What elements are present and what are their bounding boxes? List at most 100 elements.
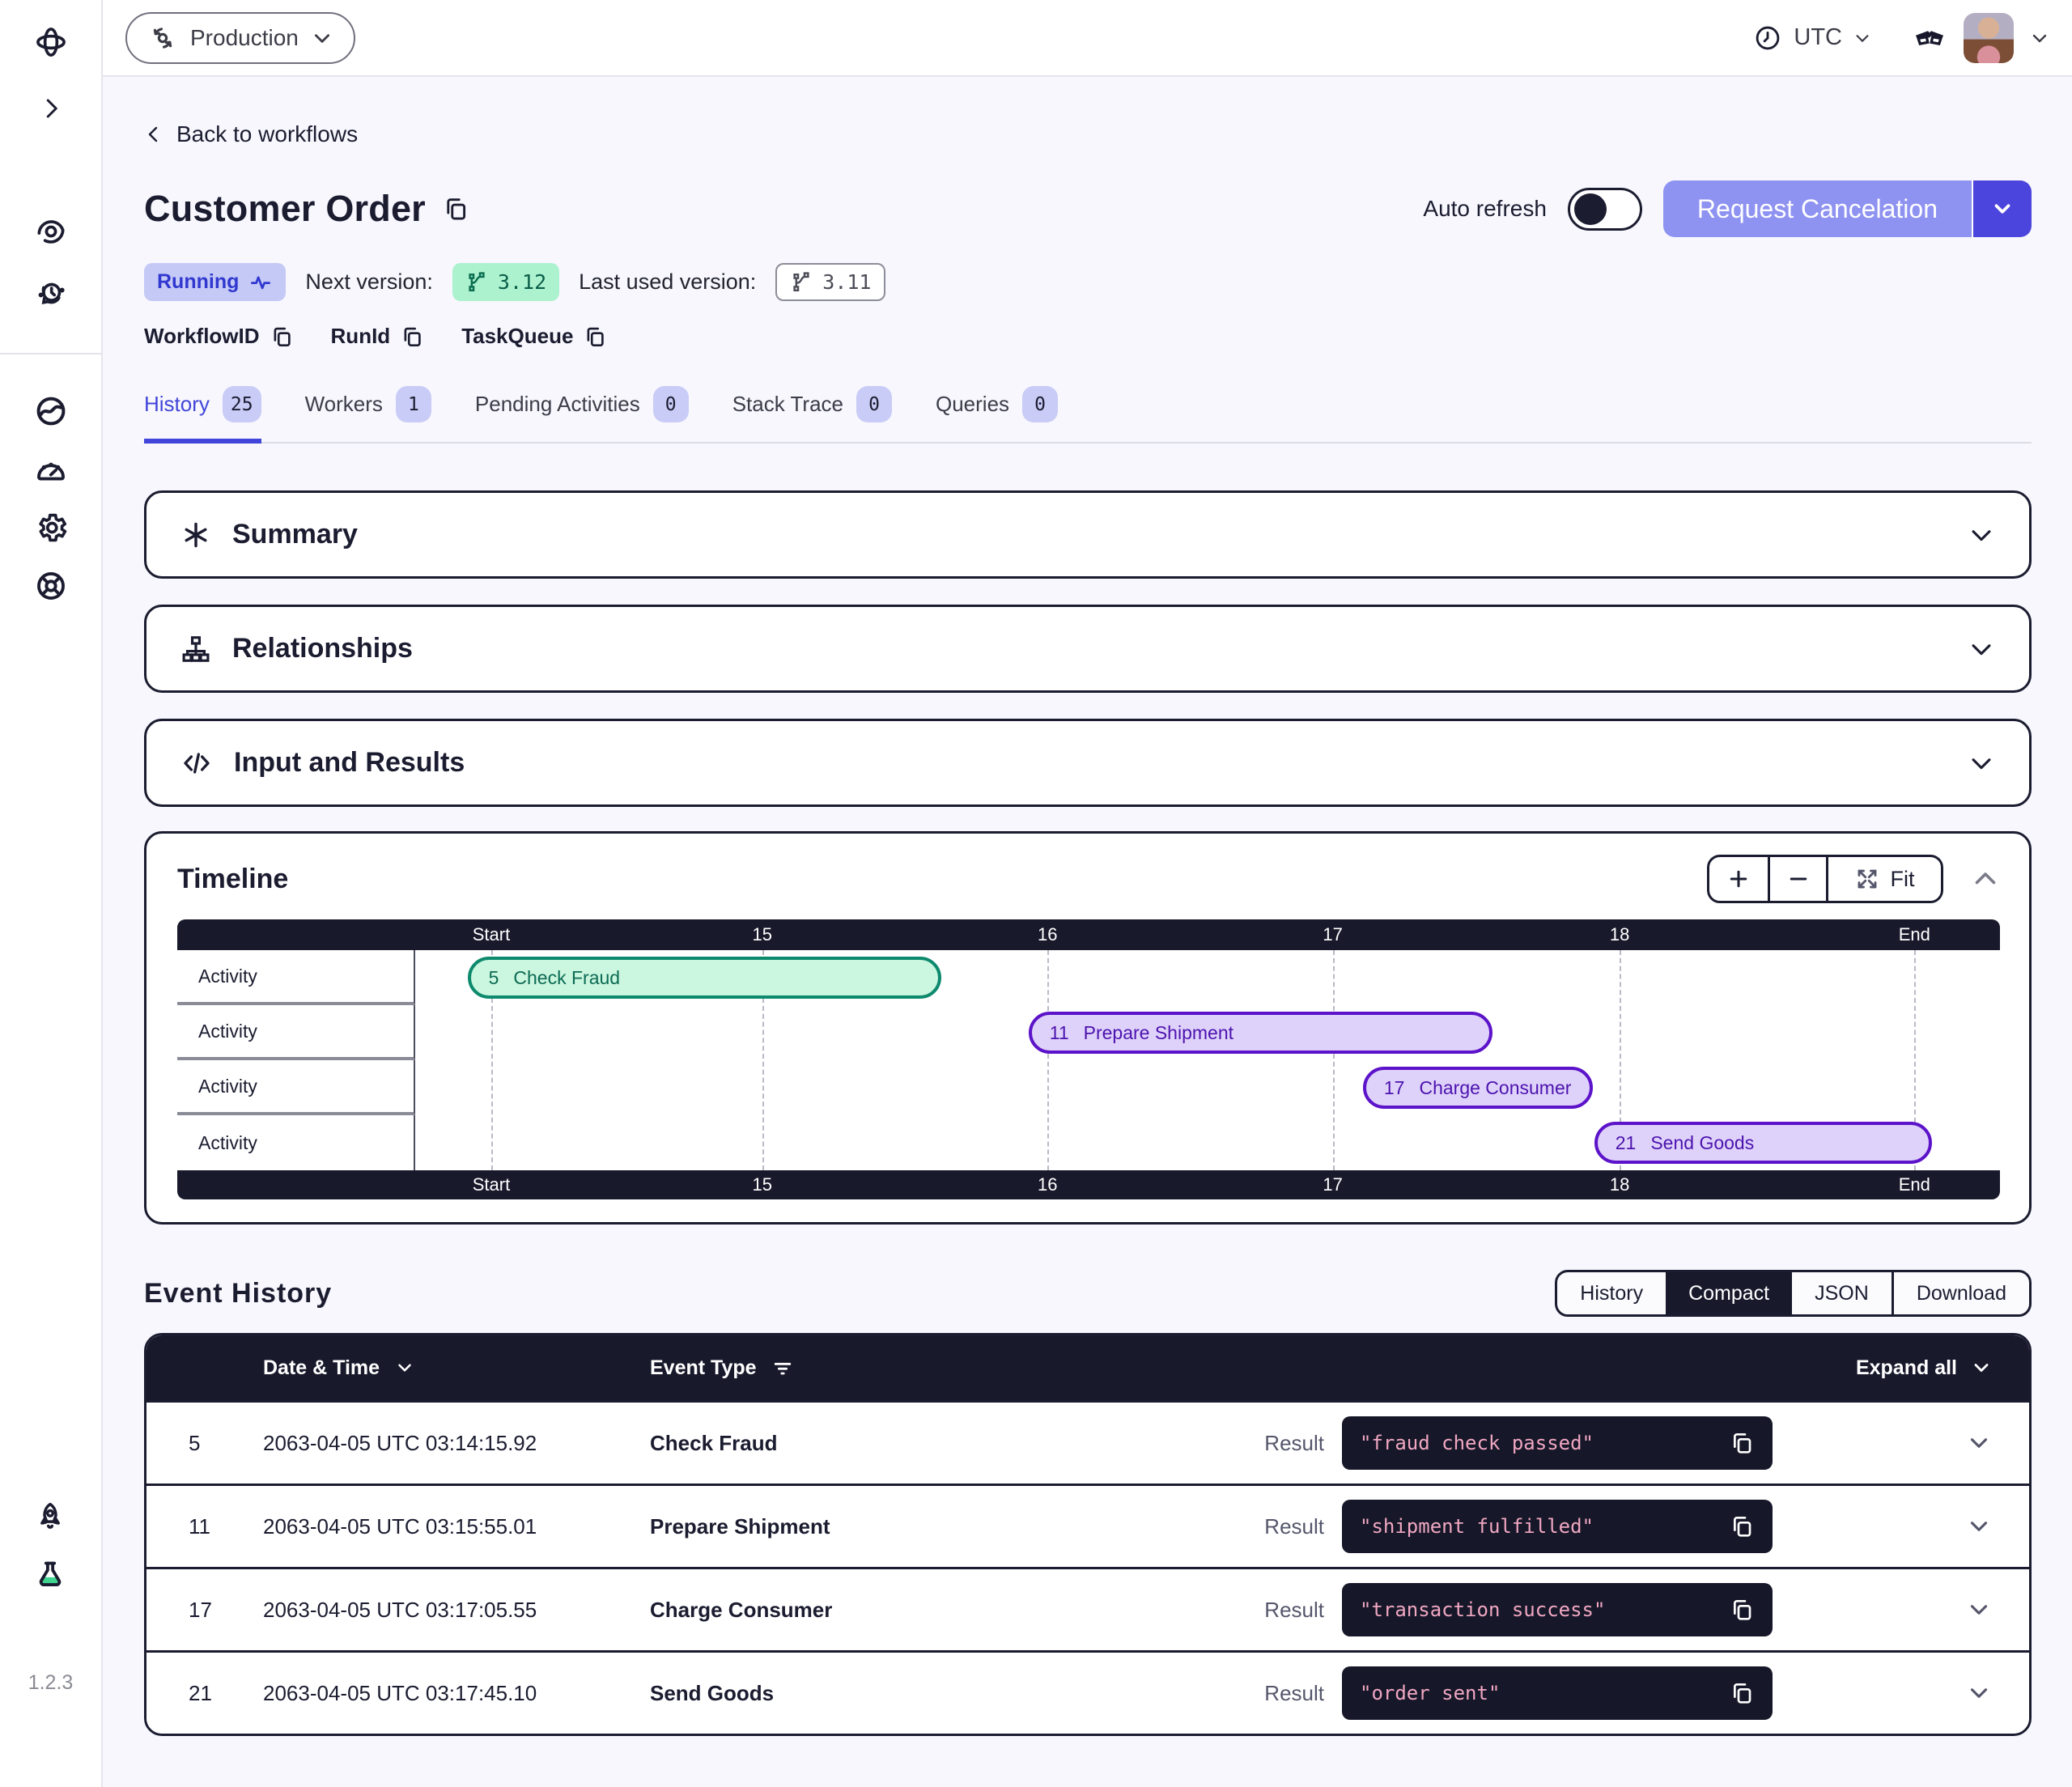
avatar[interactable] xyxy=(1964,13,2014,63)
tab-workers[interactable]: Workers 1 xyxy=(305,386,431,444)
row-label-activity: Activity xyxy=(177,1115,415,1170)
expand-all-button[interactable]: Expand all xyxy=(1856,1356,1993,1380)
timezone-label: UTC xyxy=(1794,24,1842,51)
tab-label: Pending Activities xyxy=(475,392,640,417)
download-button[interactable]: Download xyxy=(1892,1272,2029,1314)
axis-tick: 16 xyxy=(1038,1174,1057,1195)
timeline-bar-check-fraud[interactable]: 5 Check Fraud xyxy=(468,957,941,999)
sort-date-button[interactable] xyxy=(394,1357,415,1378)
event-table-header: Date & Time Event Type Expand all xyxy=(146,1335,2029,1400)
workflow-id-copy[interactable]: WorkflowID xyxy=(144,324,294,349)
axis-tick: 17 xyxy=(1323,924,1342,945)
namespace-sync-icon xyxy=(148,23,177,53)
axis-tick: Start xyxy=(473,924,510,945)
fit-expand-icon xyxy=(1855,867,1879,891)
namespace-label: Production xyxy=(190,25,299,51)
status-row: Running Next version: 3.12 Last used ver… xyxy=(144,263,2032,301)
bar-event-id: 21 xyxy=(1616,1132,1637,1154)
bar-label: Check Fraud xyxy=(513,967,620,989)
event-row-send-goods[interactable]: 21 2063-04-05 UTC 03:17:45.10 Send Goods… xyxy=(146,1650,2029,1734)
copy-icon xyxy=(270,325,294,349)
back-link-label: Back to workflows xyxy=(176,121,358,147)
zoom-in-button[interactable] xyxy=(1709,857,1768,901)
cancelation-menu-button[interactable] xyxy=(1973,180,2032,237)
timeline-bar-charge-consumer[interactable]: 17 Charge Consumer xyxy=(1363,1067,1593,1109)
collapse-chevron-up-icon[interactable] xyxy=(1971,864,2000,894)
expand-row-chevron-icon[interactable] xyxy=(1965,1679,1993,1707)
timeline-card: Timeline xyxy=(144,831,2032,1225)
timezone-selector[interactable]: UTC xyxy=(1753,23,1871,53)
main-content: Back to workflows Customer Order Auto re… xyxy=(103,79,2072,1787)
expand-row-chevron-icon[interactable] xyxy=(1965,1429,1993,1457)
axis-tick: 18 xyxy=(1610,924,1629,945)
bar-label: Prepare Shipment xyxy=(1084,1022,1233,1044)
tab-pending-activities[interactable]: Pending Activities 0 xyxy=(475,386,689,444)
fit-button[interactable]: Fit xyxy=(1826,857,1941,901)
timeline-controls: Fit xyxy=(1707,855,2000,903)
event-row-check-fraud[interactable]: 5 2063-04-05 UTC 03:14:15.92 Check Fraud… xyxy=(146,1400,2029,1484)
timeline-chart: Start 15 16 17 18 End Activity Activity … xyxy=(177,919,2000,1199)
last-used-version-badge: 3.11 xyxy=(775,263,885,301)
timeline-bar-send-goods[interactable]: 21 Send Goods xyxy=(1594,1122,1932,1164)
workflow-id-label: WorkflowID xyxy=(144,324,260,349)
panel-title: Input and Results xyxy=(234,747,465,779)
result-value: "transaction success" xyxy=(1360,1598,1605,1621)
event-datetime: 2063-04-05 UTC 03:17:05.55 xyxy=(263,1598,650,1623)
copy-result-button[interactable] xyxy=(1729,1513,1755,1539)
copy-result-button[interactable] xyxy=(1729,1597,1755,1623)
event-row-charge-consumer[interactable]: 17 2063-04-05 UTC 03:17:05.55 Charge Con… xyxy=(146,1567,2029,1650)
tab-count-badge: 25 xyxy=(223,386,261,422)
namespace-switcher[interactable]: Production xyxy=(125,12,355,64)
event-datetime: 2063-04-05 UTC 03:17:45.10 xyxy=(263,1681,650,1706)
panel-title: Relationships xyxy=(232,633,413,664)
next-version-value: 3.12 xyxy=(498,270,546,294)
labs-glasses-icon[interactable] xyxy=(1912,20,1947,56)
event-row-prepare-shipment[interactable]: 11 2063-04-05 UTC 03:15:55.01 Prepare Sh… xyxy=(146,1484,2029,1567)
tab-stack-trace[interactable]: Stack Trace 0 xyxy=(732,386,892,444)
request-cancelation-button[interactable]: Request Cancelation xyxy=(1663,180,1973,237)
nexus-icon[interactable] xyxy=(33,393,69,429)
timeline-bar-prepare-shipment[interactable]: 11 Prepare Shipment xyxy=(1029,1012,1493,1054)
type-column-header: Event Type xyxy=(650,1356,1856,1380)
sidebar-divider xyxy=(0,353,101,354)
view-compact-button[interactable]: Compact xyxy=(1666,1272,1792,1314)
copy-title-button[interactable] xyxy=(442,195,469,223)
expand-sidebar-chevron-icon[interactable] xyxy=(33,91,69,126)
status-badge: Running xyxy=(144,263,286,301)
view-history-button[interactable]: History xyxy=(1557,1272,1666,1314)
settings-gear-icon[interactable] xyxy=(33,510,69,545)
schedules-icon[interactable] xyxy=(33,275,69,311)
tab-label: Queries xyxy=(936,392,1009,417)
input-results-panel-header[interactable]: Input and Results xyxy=(144,719,2032,807)
run-id-copy[interactable]: RunId xyxy=(331,324,425,349)
filter-event-type-button[interactable] xyxy=(771,1356,794,1379)
expand-row-chevron-icon[interactable] xyxy=(1965,1596,1993,1624)
auto-refresh-toggle[interactable] xyxy=(1568,188,1642,231)
back-to-workflows-link[interactable]: Back to workflows xyxy=(144,121,358,147)
relationships-panel-header[interactable]: Relationships xyxy=(144,605,2032,693)
usage-gauge-icon[interactable] xyxy=(33,452,69,487)
account-chevron-down-icon[interactable] xyxy=(2030,28,2049,48)
tab-queries[interactable]: Queries 0 xyxy=(936,386,1058,444)
rocket-icon[interactable] xyxy=(32,1499,68,1534)
temporal-logo-icon[interactable] xyxy=(33,24,69,60)
expand-row-chevron-icon[interactable] xyxy=(1965,1513,1993,1540)
tab-history[interactable]: History 25 xyxy=(144,386,261,444)
axis-tick: 17 xyxy=(1323,1174,1342,1195)
toggle-knob xyxy=(1574,193,1607,225)
workflows-icon[interactable] xyxy=(33,214,69,249)
labs-flask-icon[interactable] xyxy=(32,1557,68,1593)
title-row: Customer Order Auto refresh Request Canc… xyxy=(144,180,2032,237)
event-history-table: Date & Time Event Type Expand all xyxy=(144,1333,2032,1736)
title-actions: Auto refresh Request Cancelation xyxy=(1423,180,2032,237)
summary-panel-header[interactable]: Summary xyxy=(144,490,2032,579)
status-label: Running xyxy=(157,270,239,294)
view-json-button[interactable]: JSON xyxy=(1792,1272,1892,1314)
plus-icon xyxy=(1726,867,1751,891)
zoom-out-button[interactable] xyxy=(1768,857,1826,901)
support-lifering-icon[interactable] xyxy=(33,568,69,604)
copy-result-button[interactable] xyxy=(1729,1430,1755,1456)
axis-tick: 15 xyxy=(753,924,772,945)
task-queue-copy[interactable]: TaskQueue xyxy=(461,324,607,349)
copy-result-button[interactable] xyxy=(1729,1680,1755,1706)
